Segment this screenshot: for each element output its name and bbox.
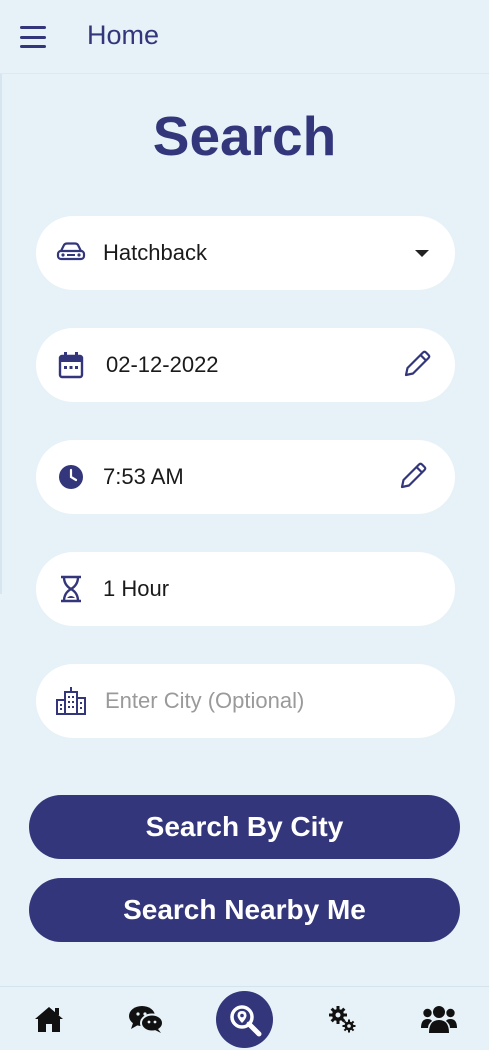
- search-nearby-button[interactable]: Search Nearby Me: [29, 878, 460, 942]
- duration-value: 1 Hour: [103, 576, 170, 601]
- page-title: Search: [152, 105, 337, 167]
- time-field[interactable]: 7:53 AM: [36, 440, 455, 514]
- city-placeholder: Enter City (Optional): [105, 688, 305, 713]
- calendar-icon: [56, 350, 86, 380]
- hamburger-menu-icon[interactable]: [18, 24, 48, 50]
- city-input[interactable]: Enter City (Optional): [36, 664, 455, 738]
- vehicle-type-value: Hatchback: [103, 240, 207, 265]
- appbar-title: Home: [87, 20, 160, 50]
- users-icon: [421, 1006, 457, 1033]
- nav-users[interactable]: [409, 987, 469, 1050]
- pencil-icon[interactable]: [397, 460, 429, 492]
- search-by-city-button[interactable]: Search By City: [29, 795, 460, 859]
- date-value: 02-12-2022: [106, 352, 219, 377]
- home-icon: [35, 1007, 63, 1032]
- date-field[interactable]: 02-12-2022: [36, 328, 455, 402]
- gears-icon: [329, 1006, 356, 1033]
- clock-icon: [56, 462, 86, 492]
- nav-chat[interactable]: [116, 987, 176, 1050]
- app-bar: Home: [0, 0, 489, 74]
- chat-icon: [129, 1006, 164, 1033]
- nav-home[interactable]: [19, 987, 79, 1050]
- search-location-icon: [229, 1004, 261, 1036]
- duration-field[interactable]: 1 Hour: [36, 552, 455, 626]
- car-icon: [56, 238, 86, 268]
- nav-search[interactable]: [216, 991, 273, 1048]
- city-building-icon: [56, 686, 86, 716]
- hourglass-icon: [56, 574, 86, 604]
- bottom-navigation: [0, 986, 489, 1050]
- time-value: 7:53 AM: [103, 464, 184, 489]
- nav-settings[interactable]: [312, 987, 372, 1050]
- pencil-icon[interactable]: [401, 348, 433, 380]
- chevron-down-icon: [415, 250, 429, 257]
- vehicle-type-dropdown[interactable]: Hatchback: [36, 216, 455, 290]
